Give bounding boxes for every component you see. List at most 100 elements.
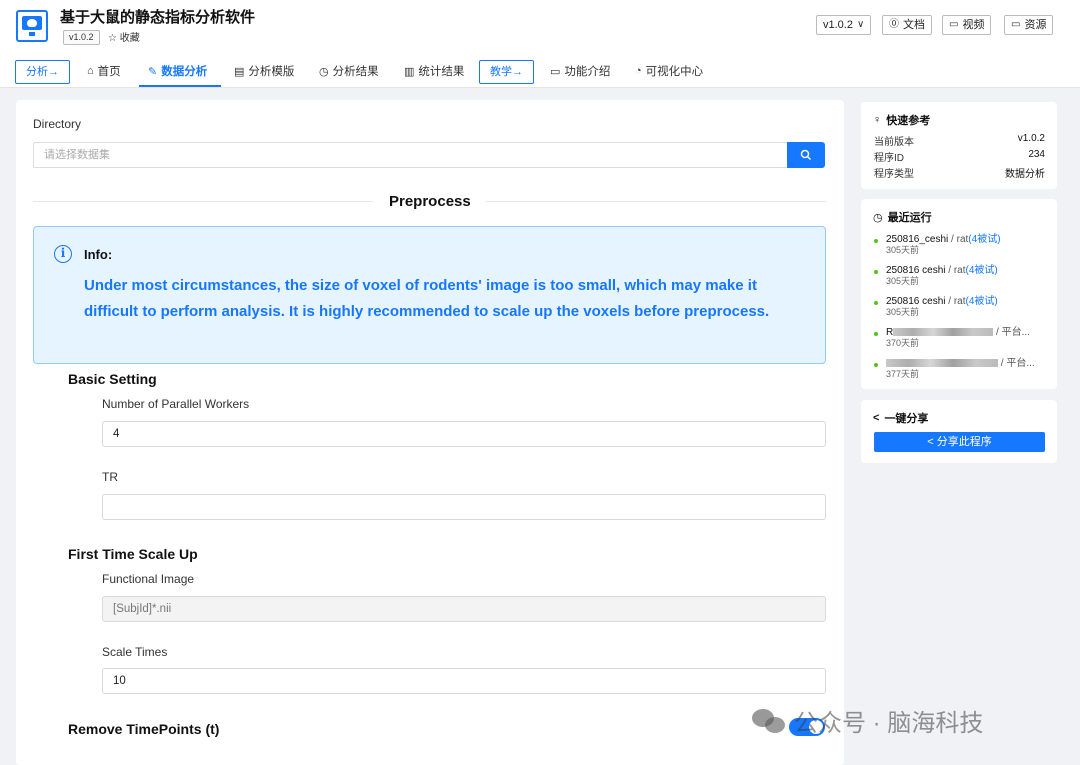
share-icon: < — [927, 436, 934, 448]
top-nav: 分析→ ⌂ 首页 ✎ 数据分析 ▤ 分析模版 ◷ 分析结果 ▥ 统计结果 教学→… — [0, 50, 1080, 88]
share-program-button[interactable]: < 分享此程序 — [874, 432, 1045, 452]
quick-ref-value: 234 — [1028, 149, 1045, 160]
share-header: < 一键分享 — [873, 410, 928, 426]
analysis-pill[interactable]: 分析→ — [15, 60, 70, 84]
run-time: 305天前 — [886, 245, 920, 255]
share-icon: < — [873, 412, 880, 424]
nav-home-label: 首页 — [97, 66, 121, 78]
nav-stats-label: 统计结果 — [418, 66, 465, 78]
run-dataset: / rat — [948, 234, 969, 245]
search-button[interactable] — [787, 142, 825, 168]
chevron-down-icon: ∨ — [856, 19, 865, 30]
share-card: < 一键分享 < 分享此程序 — [861, 400, 1057, 463]
recent-runs-header: ◷ 最近运行 — [873, 209, 932, 225]
nav-features[interactable]: ▭ 功能介绍 — [550, 63, 610, 79]
share-button-label: 分享此程序 — [936, 436, 992, 448]
video-button[interactable]: ▭ 视频 — [942, 15, 992, 35]
help-circle-icon: ⓪ — [889, 19, 899, 30]
quick-ref-value: v1.0.2 — [1017, 133, 1045, 144]
main-panel: Directory 请选择数据集 Preprocess i Info: Unde… — [16, 100, 844, 765]
status-dot — [874, 363, 878, 367]
lightbulb-icon: ♀ — [873, 114, 882, 126]
quick-ref-key: 程序类型 — [874, 169, 914, 180]
app-title: 基于大鼠的静态指标分析软件 — [60, 9, 256, 26]
recent-runs-title: 最近运行 — [887, 212, 932, 224]
run-dataset: / 平台... — [998, 358, 1035, 369]
search-icon — [800, 149, 812, 161]
nav-template[interactable]: ▤ 分析模版 — [234, 63, 294, 79]
nav-viz[interactable]: ◔ 可视化中心 — [635, 63, 703, 79]
status-dot — [874, 270, 878, 274]
docs-button[interactable]: ⓪ 文档 — [882, 15, 932, 35]
run-dataset: / 平台... — [993, 327, 1030, 338]
quick-ref-row: 当前版本 v1.0.2 — [874, 133, 1045, 148]
watermark: 公众号 · 脑海科技 — [752, 703, 983, 738]
directory-input[interactable]: 请选择数据集 — [33, 142, 789, 168]
nav-features-label: 功能介绍 — [564, 66, 611, 78]
favorite-button[interactable]: ☆ 收藏 — [108, 29, 140, 44]
version-tag: v1.0.2 — [63, 30, 100, 45]
nav-results-label: 分析结果 — [332, 66, 379, 78]
docs-label: 文档 — [903, 19, 925, 31]
run-time: 305天前 — [886, 307, 920, 317]
version-select[interactable]: v1.0.2 ∨ — [816, 15, 872, 35]
info-icon: i — [54, 245, 72, 263]
nav-home[interactable]: ⌂ 首页 — [87, 63, 121, 79]
app-header: 基于大鼠的静态指标分析软件 v1.0.2 ☆ 收藏 v1.0.2 ∨ ⓪ 文档 … — [0, 0, 1080, 50]
folder-icon: ▭ — [1011, 19, 1021, 30]
divider-right — [486, 201, 826, 202]
recent-runs-card: ◷ 最近运行 250816_ceshi / rat(4被试) 305天前 250… — [861, 199, 1057, 389]
scale-times-input[interactable]: 10 — [102, 668, 826, 694]
run-subjects: (4被试) — [965, 265, 998, 276]
nav-data-analysis[interactable]: ✎ 数据分析 — [148, 63, 207, 79]
quick-ref-key: 当前版本 — [874, 137, 914, 148]
nav-results[interactable]: ◷ 分析结果 — [319, 63, 379, 79]
status-dot — [874, 239, 878, 243]
divider-left — [33, 201, 373, 202]
info-alert: i Info: Under most circumstances, the si… — [33, 226, 826, 364]
status-dot — [874, 332, 878, 336]
active-tab-indicator — [139, 85, 221, 87]
nav-stats[interactable]: ▥ 统计结果 — [404, 63, 464, 79]
home-icon: ⌂ — [87, 65, 94, 77]
clock-icon: ◷ — [873, 211, 883, 224]
monitor-icon: ▭ — [550, 65, 561, 78]
quick-ref-value: 数据分析 — [1005, 169, 1045, 180]
app-logo-icon — [16, 10, 48, 42]
tr-label: TR — [102, 470, 118, 484]
resources-label: 资源 — [1024, 19, 1047, 31]
remove-timepoints-title: Remove TimePoints (t) — [68, 721, 220, 737]
run-time: 377天前 — [886, 369, 920, 379]
teach-pill[interactable]: 教学→ — [479, 60, 534, 84]
functional-image-label: Functional Image — [102, 572, 195, 586]
wechat-icon — [752, 707, 788, 735]
quick-ref-row: 程序类型 数据分析 — [874, 165, 1045, 180]
run-time: 370天前 — [886, 338, 920, 348]
bar-chart-icon: ▥ — [404, 65, 415, 78]
tr-input[interactable] — [102, 494, 826, 520]
quick-ref-row: 程序ID 234 — [874, 149, 1045, 164]
scale-times-label: Scale Times — [102, 645, 168, 659]
scale-up-title: First Time Scale Up — [68, 546, 198, 562]
share-title: 一键分享 — [884, 413, 929, 425]
quick-ref-card: ♀ 快速参考 当前版本 v1.0.2 程序ID 234 程序类型 数据分析 — [861, 102, 1057, 189]
run-subjects: (4被试) — [968, 234, 1001, 245]
version-select-label: v1.0.2 — [823, 19, 853, 31]
watermark-text: 公众号 · 脑海科技 — [794, 710, 984, 737]
resources-button[interactable]: ▭ 资源 — [1004, 15, 1054, 35]
nav-data-analysis-label: 数据分析 — [161, 66, 208, 78]
workers-input[interactable]: 4 — [102, 421, 826, 447]
video-icon: ▭ — [949, 19, 959, 30]
functional-image-input: [SubjId]*.nii — [102, 596, 826, 622]
video-label: 视频 — [962, 19, 985, 31]
clock-icon: ◷ — [319, 65, 329, 78]
nav-template-label: 分析模版 — [248, 66, 295, 78]
workers-label: Number of Parallel Workers — [102, 397, 250, 411]
run-dataset: / rat — [945, 296, 966, 307]
basic-setting-title: Basic Setting — [68, 371, 157, 387]
pie-chart-icon: ◔ — [635, 65, 642, 77]
directory-label: Directory — [33, 117, 82, 131]
info-title: Info: — [84, 247, 113, 262]
edit-icon: ✎ — [148, 65, 158, 78]
file-icon: ▤ — [234, 65, 245, 78]
